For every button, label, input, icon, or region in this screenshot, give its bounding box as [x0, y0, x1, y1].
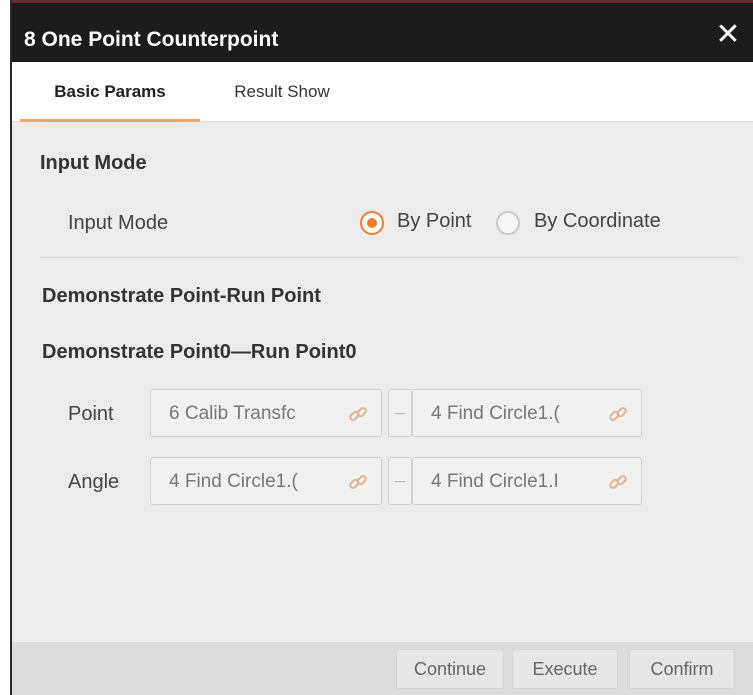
- link-icon[interactable]: [347, 403, 369, 425]
- title-bar: 8 One Point Counterpoint ✕: [12, 0, 753, 62]
- link-icon[interactable]: [607, 471, 629, 493]
- tab-result-show[interactable]: Result Show: [212, 62, 352, 122]
- by-point-label[interactable]: By Point: [397, 210, 471, 233]
- demonstrate-point0-heading: Demonstrate Point0—Run Point0: [42, 341, 357, 363]
- angle-row-label: Angle: [68, 471, 120, 493]
- one-point-counterpoint-dialog: 8 One Point Counterpoint ✕ Basic Params …: [10, 0, 753, 695]
- section-divider: [40, 257, 737, 258]
- by-coordinate-radio[interactable]: [496, 211, 520, 235]
- angle-demonstrate-field[interactable]: 4 Find Circle1.(: [150, 457, 382, 505]
- dialog-footer: Continue Execute Confirm: [12, 642, 753, 695]
- point-run-field[interactable]: 4 Find Circle1.(: [412, 389, 642, 437]
- basic-params-panel: Input Mode Input Mode By Point By Coordi…: [12, 122, 753, 642]
- dialog-title: 8 One Point Counterpoint: [24, 28, 279, 51]
- point-row-label: Point: [68, 403, 114, 425]
- by-point-radio[interactable]: [360, 211, 384, 235]
- demonstrate-heading: Demonstrate Point-Run Point: [42, 285, 321, 307]
- confirm-button[interactable]: Confirm: [629, 649, 735, 689]
- point-pair-separator: [388, 389, 412, 437]
- point-run-value: 4 Find Circle1.(: [431, 403, 560, 424]
- tab-basic-params[interactable]: Basic Params: [20, 62, 200, 122]
- by-coordinate-label[interactable]: By Coordinate: [534, 210, 661, 233]
- input-mode-heading: Input Mode: [40, 152, 147, 174]
- tab-bar: Basic Params Result Show: [12, 62, 753, 122]
- angle-demonstrate-value: 4 Find Circle1.(: [169, 471, 298, 492]
- point-demonstrate-value: 6 Calib Transfc: [169, 403, 296, 424]
- execute-button[interactable]: Execute: [512, 649, 618, 689]
- point-demonstrate-field[interactable]: 6 Calib Transfc: [150, 389, 382, 437]
- link-icon[interactable]: [607, 403, 629, 425]
- angle-run-field[interactable]: 4 Find Circle1.I: [412, 457, 642, 505]
- angle-run-value: 4 Find Circle1.I: [431, 471, 559, 492]
- continue-button[interactable]: Continue: [396, 649, 504, 689]
- close-icon[interactable]: ✕: [715, 20, 741, 50]
- input-mode-label: Input Mode: [68, 212, 169, 234]
- link-icon[interactable]: [347, 471, 369, 493]
- angle-pair-separator: [388, 457, 412, 505]
